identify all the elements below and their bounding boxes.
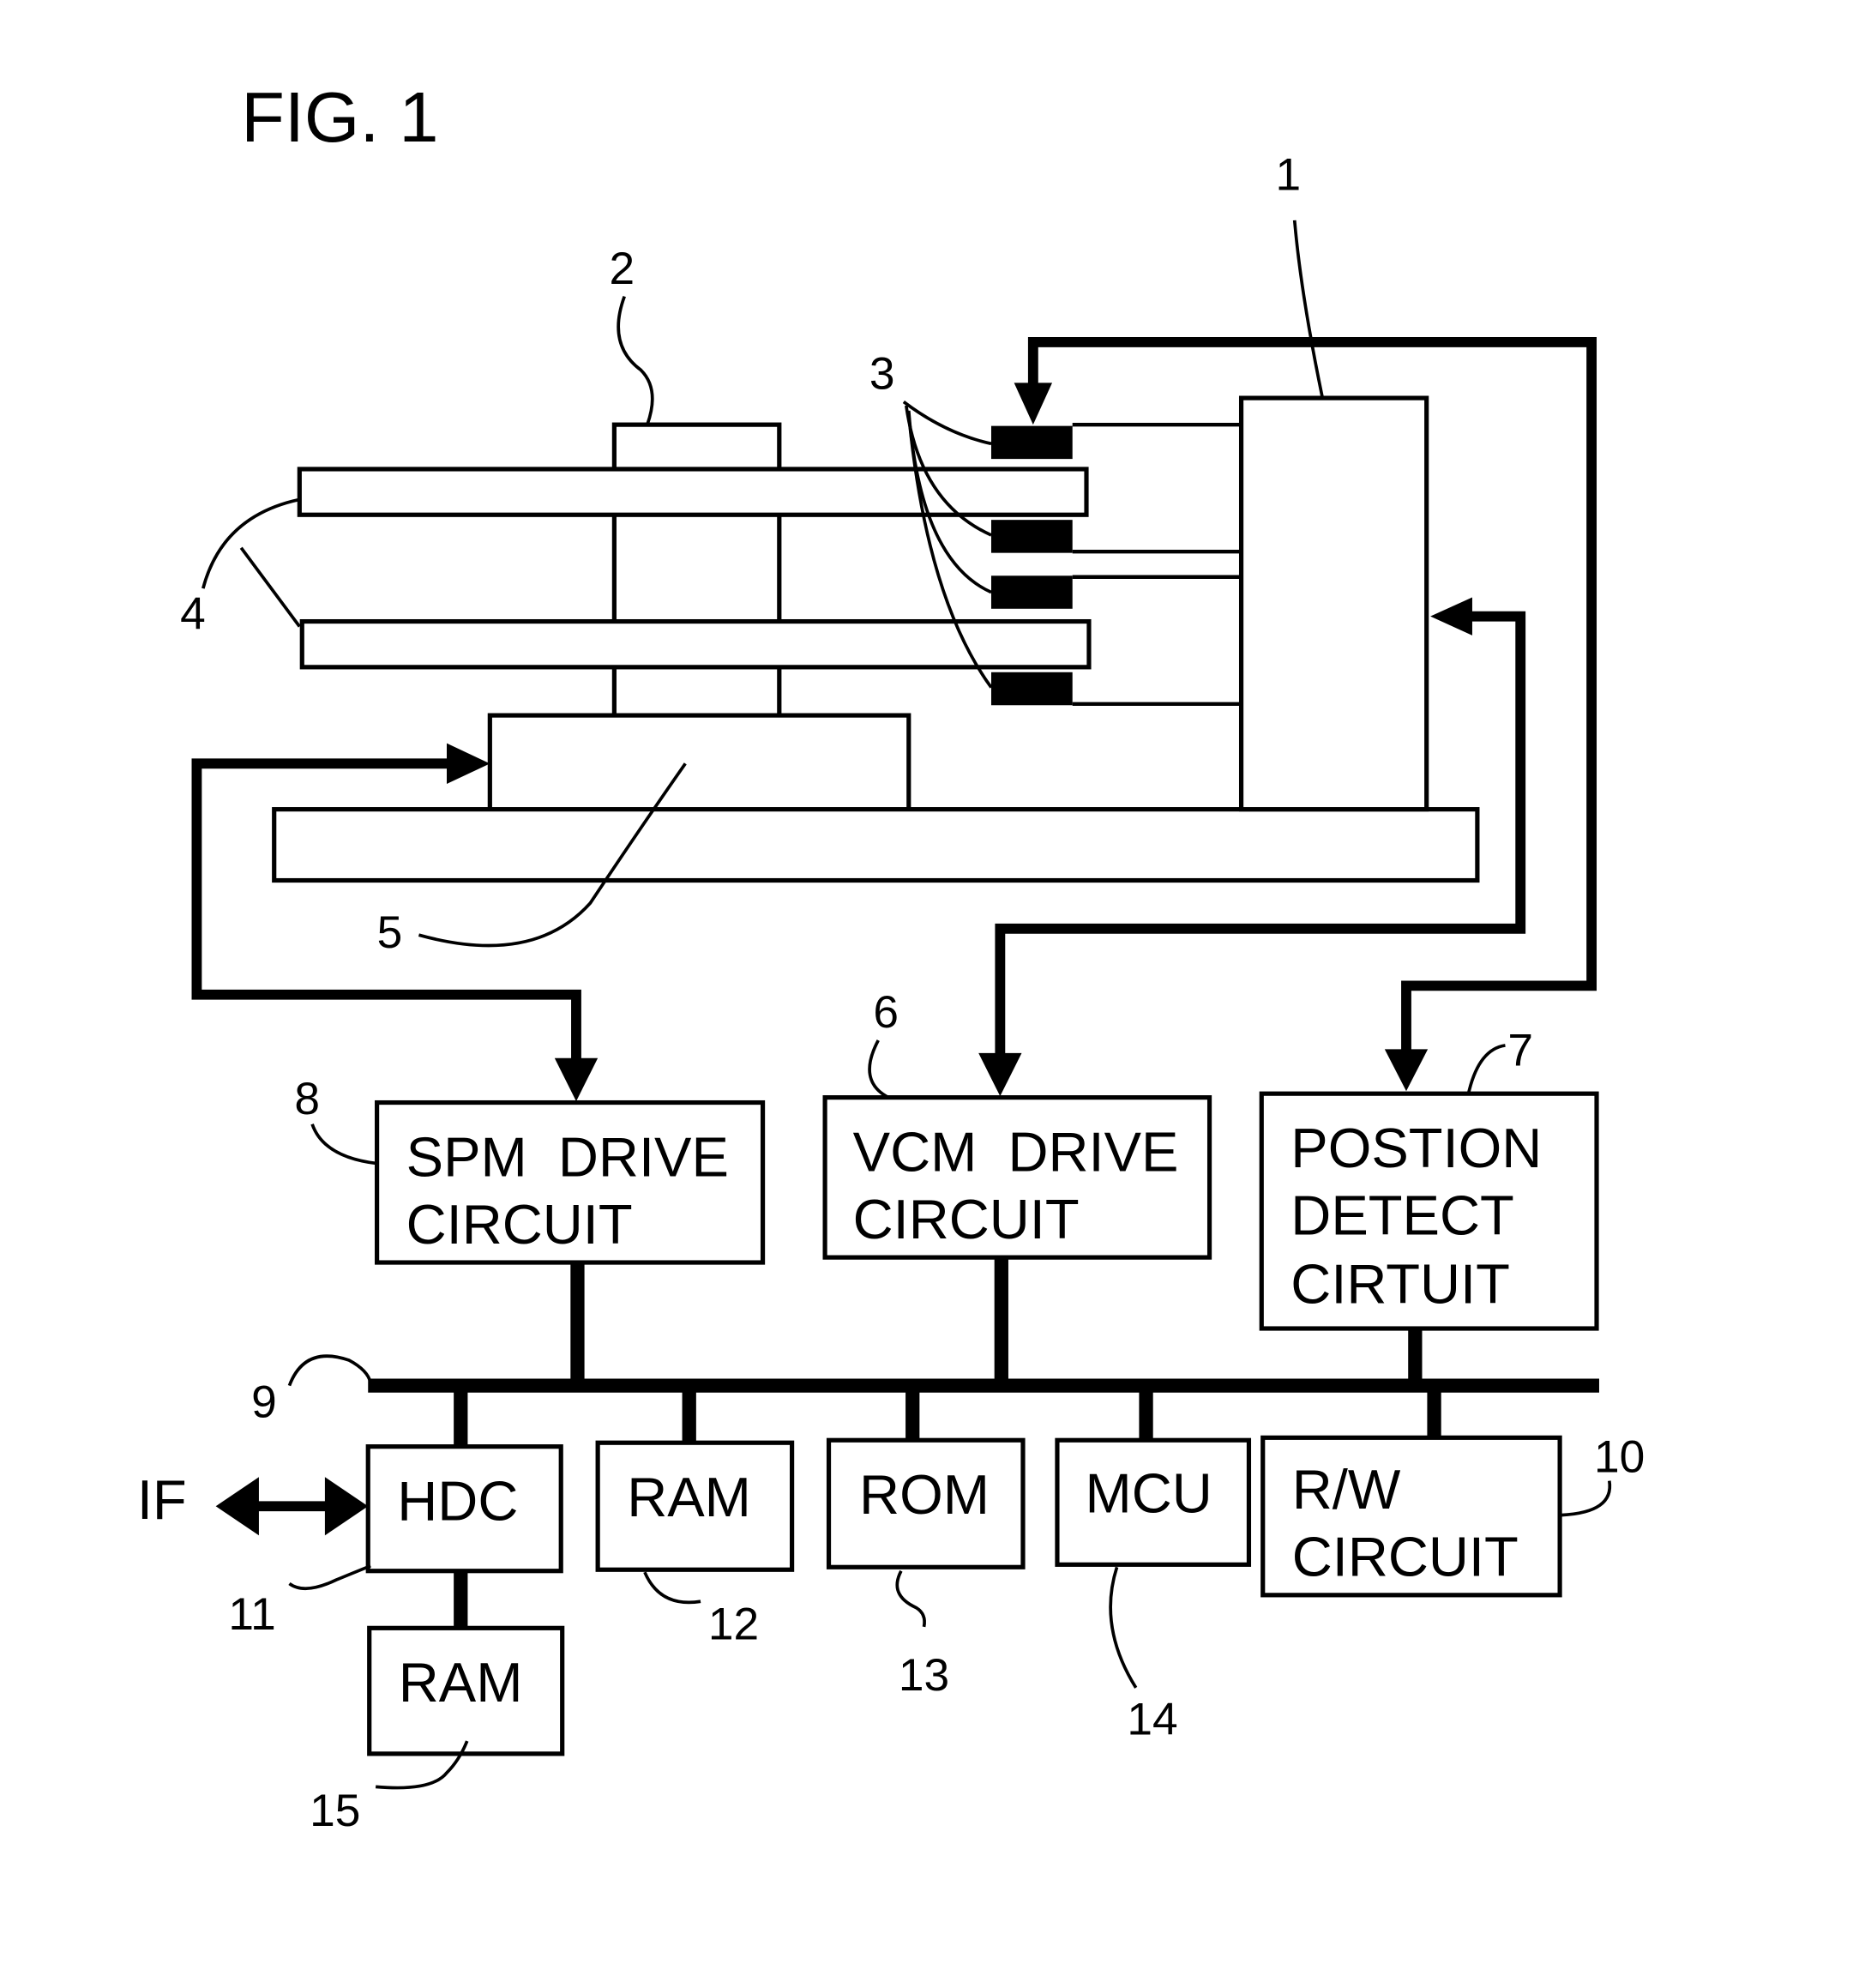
ref-bus: 9 bbox=[251, 1377, 277, 1428]
spm-drive-line1: SPM DRIVE bbox=[406, 1125, 729, 1188]
head-2 bbox=[990, 520, 1073, 553]
hdc-label: HDC bbox=[397, 1470, 518, 1533]
disk-lower bbox=[299, 618, 1092, 670]
hdc-ram-label: RAM bbox=[399, 1651, 523, 1714]
ref-hdc-ram: 15 bbox=[310, 1786, 360, 1836]
leader-position-detect bbox=[1466, 1044, 1506, 1094]
arrow-to-heads bbox=[1014, 383, 1053, 425]
ref-spindle: 2 bbox=[609, 244, 635, 294]
ref-ram: 12 bbox=[708, 1599, 759, 1650]
ref-rom: 13 bbox=[899, 1650, 949, 1701]
base-plate bbox=[272, 807, 1480, 883]
ref-disks: 4 bbox=[180, 588, 206, 639]
ref-actuator: 1 bbox=[1276, 149, 1302, 200]
arrow-to-motor bbox=[447, 743, 490, 785]
position-detect-line3: CIRTUIT bbox=[1290, 1252, 1510, 1315]
interface-arrow-left bbox=[215, 1477, 259, 1536]
leader-rw-circuit bbox=[1561, 1480, 1612, 1517]
leader-bus bbox=[287, 1354, 373, 1387]
arrow-to-spm bbox=[554, 1057, 599, 1102]
ref-mcu: 14 bbox=[1127, 1695, 1177, 1745]
ref-vcm-drive: 6 bbox=[873, 987, 899, 1038]
leader-vcm-drive bbox=[868, 1039, 889, 1099]
arrow-to-vcm bbox=[978, 1052, 1022, 1097]
head-4 bbox=[990, 672, 1073, 706]
ref-rw-circuit: 10 bbox=[1594, 1431, 1645, 1482]
vcm-drive-line2: CIRCUIT bbox=[853, 1188, 1080, 1250]
interface-arrow-right bbox=[324, 1477, 369, 1536]
mcu-label: MCU bbox=[1086, 1462, 1212, 1525]
ref-position-detect: 7 bbox=[1507, 1026, 1533, 1076]
leader-disks bbox=[202, 497, 301, 628]
ram-label: RAM bbox=[627, 1466, 751, 1528]
ref-spindle-motor: 5 bbox=[377, 907, 403, 958]
interface-label: IF bbox=[137, 1468, 187, 1531]
position-detect-line2: DETECT bbox=[1290, 1184, 1513, 1246]
head-1 bbox=[990, 425, 1073, 460]
leader-actuator bbox=[1292, 220, 1325, 399]
arrow-to-actuator bbox=[1430, 597, 1472, 636]
rw-circuit-line1: R/W bbox=[1292, 1458, 1401, 1521]
head-3 bbox=[990, 575, 1073, 609]
leader-hdc bbox=[288, 1564, 371, 1590]
rw-circuit-line2: CIRCUIT bbox=[1292, 1526, 1519, 1588]
disk-upper bbox=[297, 467, 1089, 517]
leader-spm-drive bbox=[310, 1124, 377, 1166]
vcm-drive-line1: VCM DRIVE bbox=[853, 1120, 1179, 1183]
spm-drive-line2: CIRCUIT bbox=[406, 1193, 633, 1256]
patent-figure: FIG. 1 1 2 3 4 5 SPM DRIVE CIRCUIT 8 VCM… bbox=[137, 77, 1645, 1836]
leader-ram bbox=[643, 1571, 701, 1605]
actuator bbox=[1238, 395, 1429, 812]
leader-mcu bbox=[1109, 1566, 1138, 1689]
figure-title: FIG. 1 bbox=[241, 77, 438, 157]
ref-heads: 3 bbox=[869, 349, 895, 400]
leader-head-1 bbox=[902, 401, 992, 446]
position-detect-line1: POSTION bbox=[1290, 1117, 1542, 1179]
ref-spm-drive: 8 bbox=[294, 1074, 320, 1124]
leader-rom bbox=[895, 1569, 926, 1628]
arrow-to-position bbox=[1384, 1049, 1429, 1092]
leader-spindle bbox=[617, 296, 654, 425]
rom-label: ROM bbox=[859, 1463, 990, 1526]
ref-hdc: 11 bbox=[228, 1589, 275, 1640]
spindle-motor bbox=[487, 713, 911, 817]
